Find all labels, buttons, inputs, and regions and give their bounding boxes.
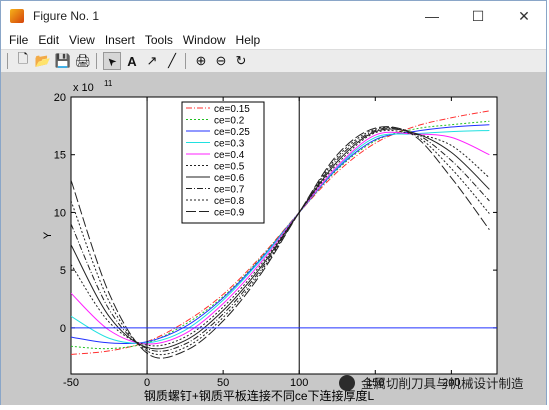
menu-insert[interactable]: Insert xyxy=(105,33,135,47)
print-icon: 🖨 xyxy=(74,53,92,68)
insert-line-button[interactable]: ╱ xyxy=(163,52,181,70)
legend-label: ce=0.8 xyxy=(214,196,245,207)
x-tick-label: 50 xyxy=(217,377,229,389)
y-exponent-power: 11 xyxy=(104,79,113,88)
rotate-button[interactable]: ↻ xyxy=(232,52,250,70)
menu-file[interactable]: File xyxy=(9,33,28,47)
legend-label: ce=0.25 xyxy=(214,127,250,138)
y-tick-label: 10 xyxy=(54,207,66,219)
new-icon: 🗋 xyxy=(17,51,29,66)
menu-bar: File Edit View Insert Tools Window Help xyxy=(1,31,546,49)
legend-label: ce=0.15 xyxy=(214,104,250,115)
toolbar-separator xyxy=(185,53,186,69)
open-icon: 📂 xyxy=(34,53,52,68)
insert-arrow-button[interactable]: ↗ xyxy=(143,52,161,70)
matlab-icon xyxy=(10,9,24,23)
insert-text-button[interactable]: A xyxy=(123,52,141,70)
x-tick-label: 100 xyxy=(290,377,308,389)
print-button[interactable]: 🖨 xyxy=(74,52,92,70)
menu-help[interactable]: Help xyxy=(236,33,261,47)
chart-svg[interactable]: -50 0 50 100 150 20005101520x 10 11Y钢质螺钉+钢质平板连… xyxy=(1,72,548,405)
y-tick-label: 15 xyxy=(54,150,66,162)
figure-window: Figure No. 1 — ☐ ✕ File Edit View Insert… xyxy=(0,0,547,405)
window-title: Figure No. 1 xyxy=(33,9,100,23)
zoom-in-icon: ⊕ xyxy=(195,53,207,68)
legend-label: ce=0.9 xyxy=(214,208,245,219)
legend-label: ce=0.2 xyxy=(214,116,245,127)
insert-text-icon: A xyxy=(127,53,137,69)
title-bar: Figure No. 1 — ☐ ✕ xyxy=(1,1,546,31)
x-tick-label: -50 xyxy=(63,377,79,389)
wechat-icon xyxy=(339,374,355,391)
y-tick-label: 0 xyxy=(60,323,66,335)
figure-canvas: -50 0 50 100 150 200 0 5 10 15 20 x 10 11 Y 钢质螺钉+钢质平板连… xyxy=(1,72,546,405)
edit-plot-button[interactable]: ➤ xyxy=(103,52,121,70)
zoom-in-button[interactable]: ⊕ xyxy=(192,52,210,70)
rotate-icon: ↻ xyxy=(235,53,247,68)
maximize-button[interactable]: ☐ xyxy=(455,1,501,31)
open-button[interactable]: 📂 xyxy=(34,52,52,70)
insert-line-icon: ╱ xyxy=(168,53,176,68)
y-tick-label: 5 xyxy=(60,265,66,277)
arrow-pointer-icon: ➤ xyxy=(104,53,120,69)
watermark-text: 金属切削刀具与机械设计制造 xyxy=(361,377,524,391)
legend-label: ce=0.3 xyxy=(214,139,245,150)
legend-label: ce=0.4 xyxy=(214,150,245,161)
zoom-out-button[interactable]: ⊖ xyxy=(212,52,230,70)
menu-view[interactable]: View xyxy=(69,33,95,47)
legend-label: ce=0.6 xyxy=(214,173,245,184)
minimize-button[interactable]: — xyxy=(409,1,455,31)
legend-label: ce=0.7 xyxy=(214,185,245,196)
zoom-out-icon: ⊖ xyxy=(215,53,227,68)
insert-arrow-icon: ↗ xyxy=(146,53,158,68)
menu-tools[interactable]: Tools xyxy=(145,33,173,47)
toolbar-separator xyxy=(7,53,8,69)
toolbar: 🗋 📂 💾 🖨 ➤ A ↗ ╱ ⊕ ⊖ ↻ xyxy=(1,49,546,73)
save-icon: 💾 xyxy=(54,53,72,68)
close-button[interactable]: ✕ xyxy=(501,1,547,31)
y-exponent-label: x 10 xyxy=(73,82,94,94)
x-tick-label: 0 xyxy=(144,377,150,389)
y-tick-label: 20 xyxy=(54,92,66,104)
y-axis-label: Y xyxy=(42,231,54,239)
menu-window[interactable]: Window xyxy=(183,33,226,47)
toolbar-separator xyxy=(96,53,97,69)
watermark: 金属切削刀具与机械设计制造 xyxy=(339,373,524,392)
menu-edit[interactable]: Edit xyxy=(38,33,59,47)
new-figure-button[interactable]: 🗋 xyxy=(14,51,32,70)
save-button[interactable]: 💾 xyxy=(54,52,72,70)
legend-label: ce=0.5 xyxy=(214,162,245,173)
